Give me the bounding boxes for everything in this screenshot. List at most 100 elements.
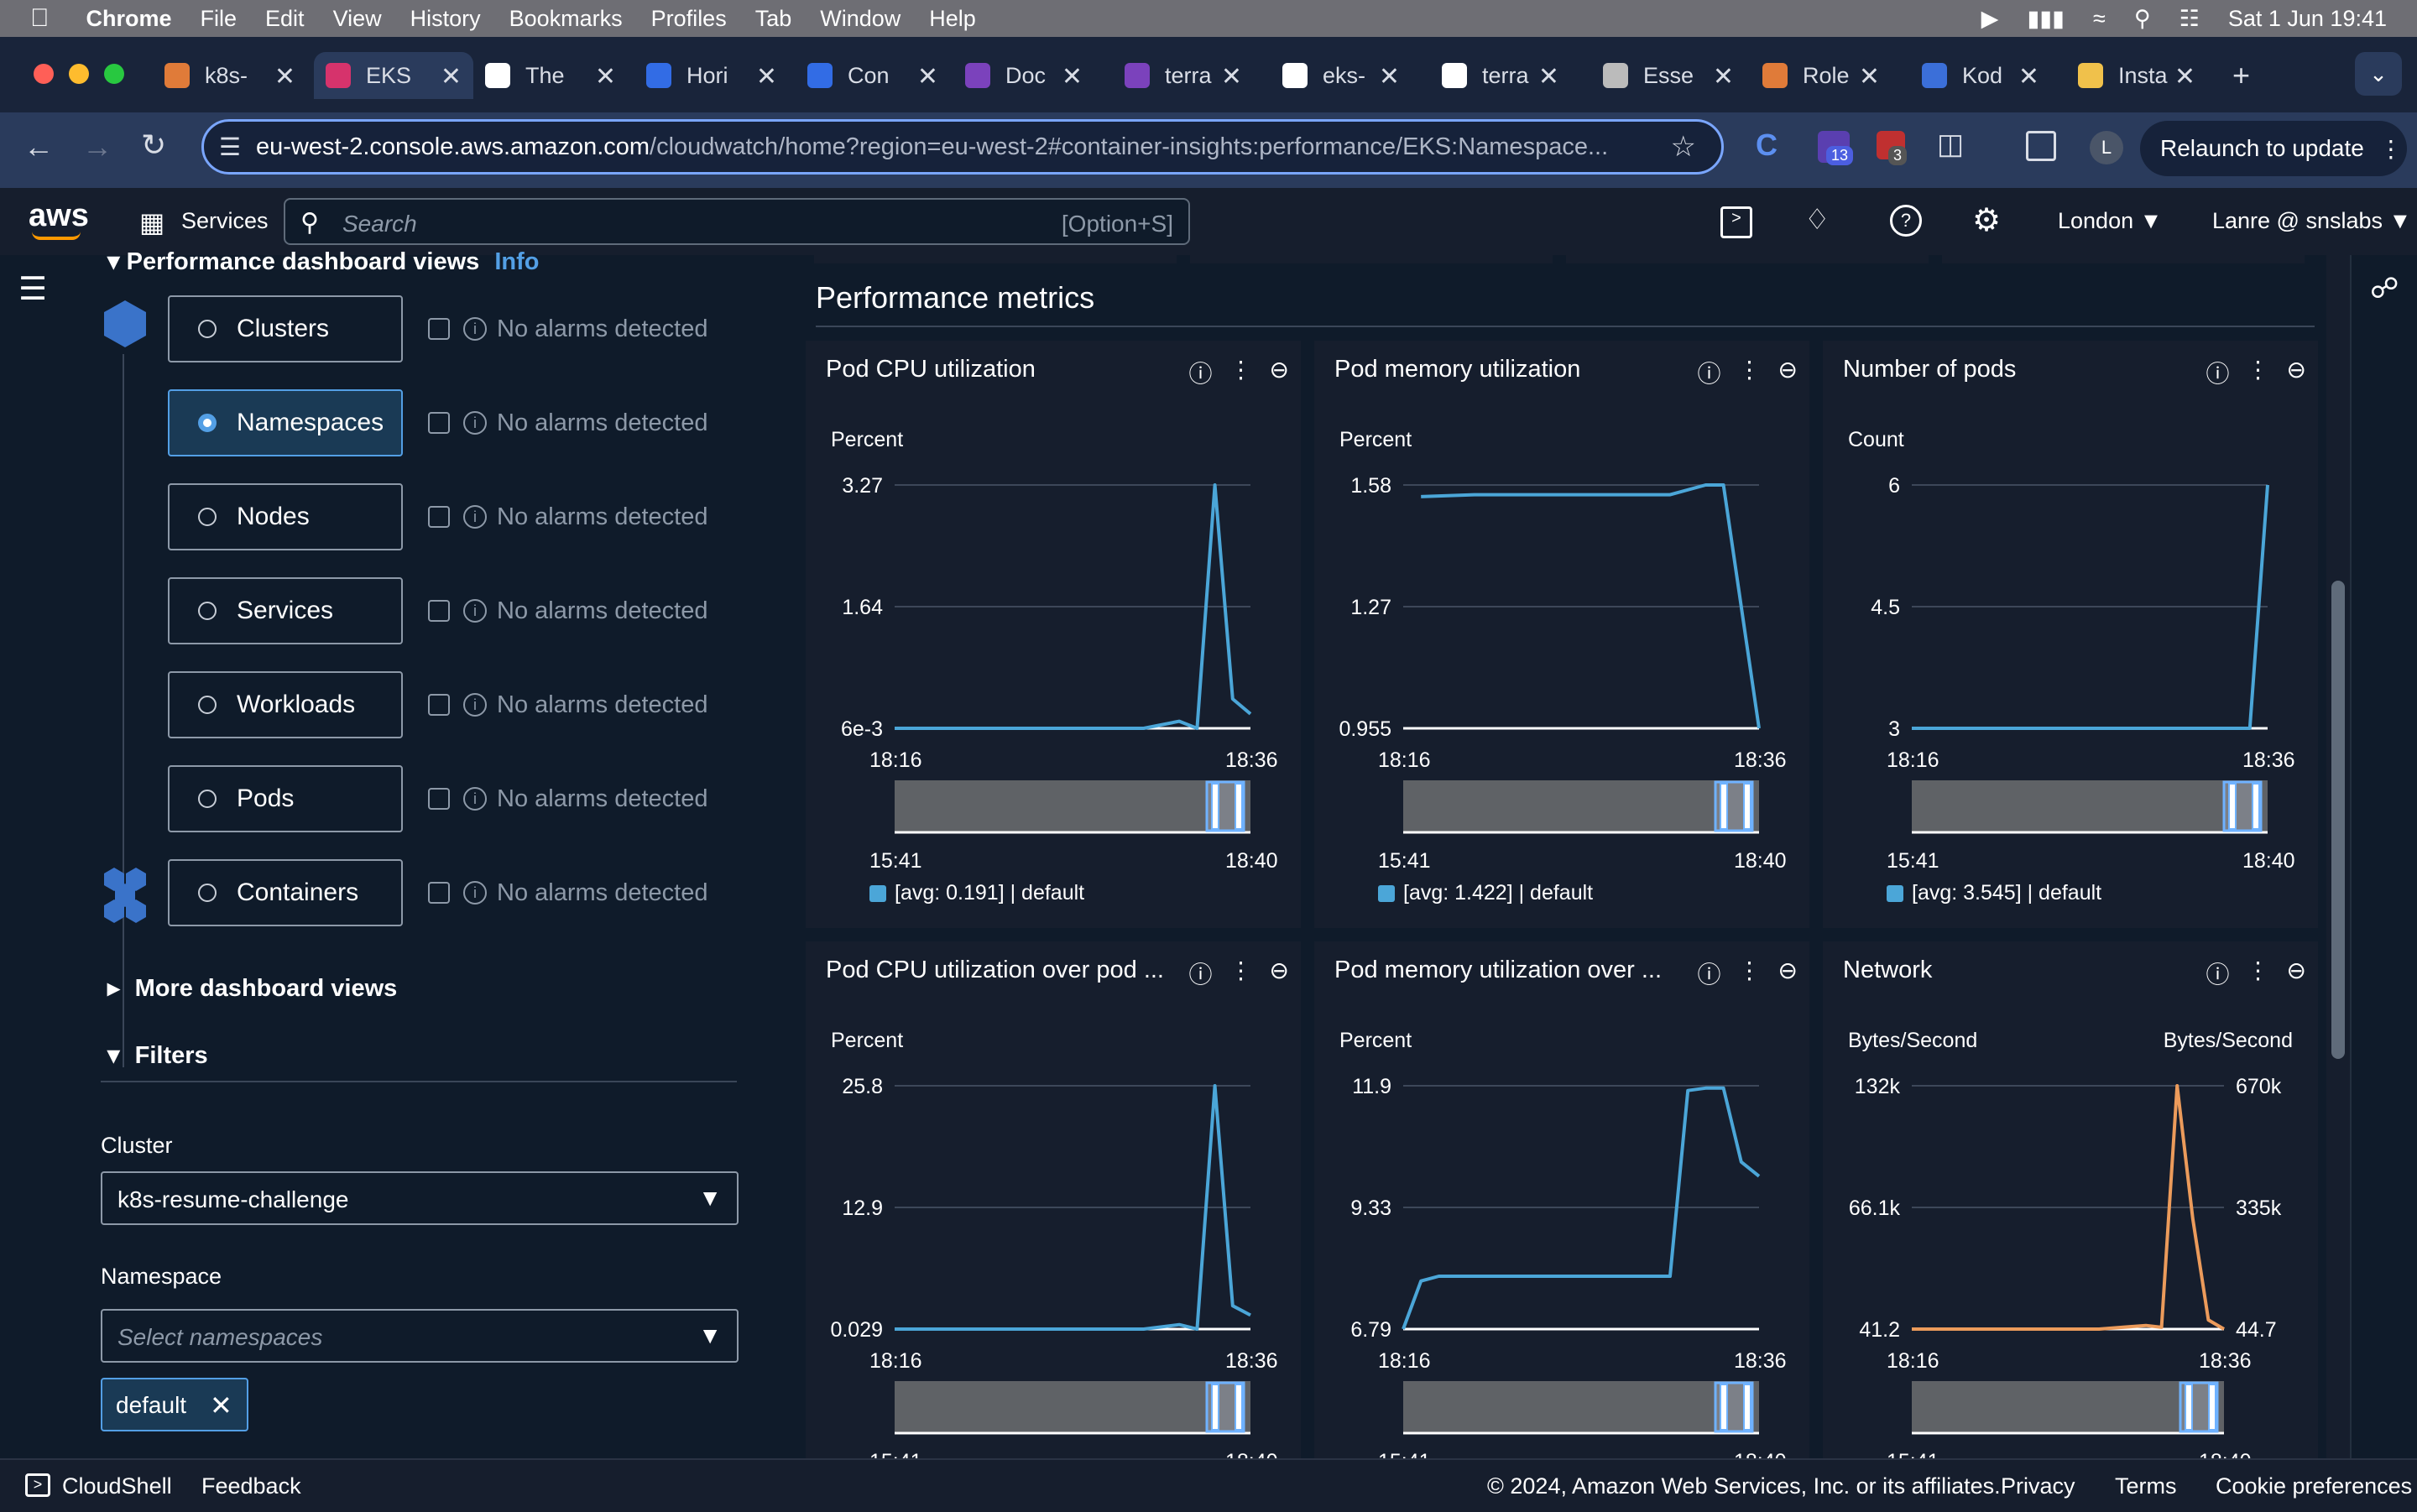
browser-tab[interactable]: Con ✕ — [807, 52, 938, 99]
menu-help[interactable]: Help — [929, 6, 976, 32]
alarm-checkbox[interactable] — [428, 506, 450, 528]
radio-button[interactable] — [198, 696, 217, 714]
help-icon[interactable]: ? — [1890, 205, 1922, 237]
relaunch-button[interactable]: Relaunch to update ⋮ — [2140, 121, 2407, 176]
chart-legend[interactable]: [avg: 1.422] | default — [1378, 881, 1593, 905]
tab-close-icon[interactable]: ✕ — [274, 62, 295, 91]
view-namespaces[interactable]: Namespaces — [168, 389, 403, 456]
alarm-checkbox[interactable] — [428, 318, 450, 340]
radio-button[interactable] — [198, 790, 217, 808]
tab-close-icon[interactable]: ✕ — [441, 62, 462, 91]
view-workloads[interactable]: Workloads — [168, 671, 403, 738]
alarm-checkbox[interactable] — [428, 412, 450, 434]
page-scroll-thumb[interactable] — [2331, 581, 2345, 1059]
footer-privacy[interactable]: Privacy — [2001, 1473, 2075, 1499]
cloudshell-icon[interactable]: > — [1720, 206, 1752, 238]
notifications-bell-icon[interactable]: ♢ — [1804, 203, 1830, 237]
filters-toggle[interactable]: ▾ Filters — [107, 1040, 208, 1070]
browser-tab[interactable]: k8s- ✕ — [164, 52, 295, 99]
view-nodes[interactable]: Nodes — [168, 483, 403, 550]
bookmark-star-icon[interactable]: ☆ — [1671, 130, 1696, 164]
extension-c-icon[interactable]: C — [1756, 128, 1778, 163]
menubar-app-name[interactable]: Chrome — [86, 6, 172, 32]
browser-tab-active[interactable]: EKS ✕ — [314, 52, 473, 99]
forward-icon[interactable]: → — [82, 129, 112, 164]
settings-gear-icon[interactable]: ⚙ — [1972, 201, 2001, 239]
browser-tab[interactable]: Role ✕ — [1762, 52, 1880, 99]
wifi-icon[interactable]: ≈ — [2093, 6, 2106, 32]
tab-close-icon[interactable]: ✕ — [1062, 62, 1083, 91]
view-clusters[interactable]: Clusters — [168, 295, 403, 362]
aws-logo[interactable]: aws — [29, 198, 89, 234]
browser-tab[interactable]: terra ✕ — [1125, 52, 1242, 99]
cloudshell-icon[interactable]: > — [25, 1473, 50, 1497]
more-menu-icon[interactable]: ⋮ — [2379, 135, 2403, 163]
side-panel-icon[interactable] — [2026, 131, 2056, 161]
tab-close-icon[interactable]: ✕ — [2018, 62, 2039, 91]
menu-view[interactable]: View — [333, 6, 382, 32]
new-tab-icon[interactable]: + — [2232, 52, 2266, 99]
cluster-select[interactable]: k8s-resume-challenge ▼ — [101, 1171, 739, 1225]
tab-close-icon[interactable]: ✕ — [595, 62, 616, 91]
zoom-window-icon[interactable] — [104, 64, 124, 84]
spotlight-search-icon[interactable]: ⚲ — [2134, 6, 2151, 32]
menubar-clock[interactable]: Sat 1 Jun 19:41 — [2228, 6, 2387, 32]
close-window-icon[interactable] — [34, 64, 54, 84]
services-menu[interactable]: Services — [181, 208, 269, 234]
tab-close-icon[interactable]: ✕ — [1221, 62, 1242, 91]
site-info-icon[interactable]: ☰ — [219, 133, 241, 162]
view-containers[interactable]: Containers — [168, 859, 403, 926]
address-bar[interactable]: ☰ eu-west-2.console.aws.amazon.com/cloud… — [201, 119, 1724, 175]
footer-feedback[interactable]: Feedback — [201, 1473, 301, 1499]
browser-tab[interactable]: The ✕ — [485, 52, 616, 99]
search-input[interactable]: ⚲ Search [Option+S] — [284, 198, 1190, 245]
browser-tab[interactable]: terra ✕ — [1442, 52, 1559, 99]
radio-button-selected[interactable] — [198, 414, 217, 432]
menu-window[interactable]: Window — [820, 6, 901, 32]
menu-bookmarks[interactable]: Bookmarks — [509, 6, 623, 32]
browser-tab[interactable]: Hori ✕ — [646, 52, 777, 99]
tab-close-icon[interactable]: ✕ — [917, 62, 938, 91]
hamburger-menu-icon[interactable]: ☰ — [18, 270, 47, 308]
chart-legend[interactable]: [avg: 3.545] | default — [1887, 881, 2101, 905]
tab-close-icon[interactable]: ✕ — [1713, 62, 1734, 91]
alarm-checkbox[interactable] — [428, 788, 450, 810]
radio-button[interactable] — [198, 320, 217, 338]
tools-panel-icon[interactable]: ☍ — [2370, 272, 2399, 305]
browser-tab[interactable]: Doc ✕ — [965, 52, 1083, 99]
browser-tab[interactable]: Insta ✕ — [2078, 52, 2195, 99]
apple-icon[interactable]:  — [30, 4, 50, 33]
view-pods[interactable]: Pods — [168, 765, 403, 832]
minimize-window-icon[interactable] — [69, 64, 89, 84]
battery-icon[interactable]: ▮▮▮ — [2027, 6, 2065, 32]
tab-close-icon[interactable]: ✕ — [756, 62, 777, 91]
account-menu[interactable]: Lanre @ snslabs ▼ — [2212, 208, 2411, 234]
tab-close-icon[interactable]: ✕ — [1379, 62, 1400, 91]
namespace-select[interactable]: Select namespaces ▼ — [101, 1309, 739, 1363]
footer-terms[interactable]: Terms — [2115, 1473, 2177, 1499]
control-center-icon[interactable]: ☷ — [2179, 6, 2200, 32]
token-remove-icon[interactable]: ✕ — [210, 1389, 232, 1421]
views-section-header[interactable]: ▾ Performance dashboard views Info — [107, 247, 540, 276]
extensions-puzzle-icon[interactable]: ◫ — [1937, 128, 1964, 161]
radio-button[interactable] — [198, 884, 217, 902]
reload-icon[interactable]: ↻ — [141, 128, 166, 163]
menu-profiles[interactable]: Profiles — [651, 6, 727, 32]
tab-search-chevron-icon[interactable]: ⌄ — [2355, 52, 2402, 96]
info-link[interactable]: Info — [494, 248, 539, 275]
profile-avatar[interactable]: L — [2090, 131, 2123, 164]
page-scrollbar[interactable] — [2326, 255, 2350, 1458]
radio-button[interactable] — [198, 602, 217, 620]
footer-cookie-preferences[interactable]: Cookie preferences — [2216, 1473, 2412, 1499]
browser-tab[interactable]: Kod ✕ — [1922, 52, 2039, 99]
alarm-checkbox[interactable] — [428, 600, 450, 622]
media-play-icon[interactable]: ▶ — [1981, 6, 1999, 32]
more-views-toggle[interactable]: ▸ More dashboard views — [107, 973, 397, 1003]
alarm-checkbox[interactable] — [428, 882, 450, 904]
browser-tab[interactable]: eks- ✕ — [1282, 52, 1400, 99]
services-grid-icon[interactable]: ▦ — [139, 206, 164, 238]
alarm-checkbox[interactable] — [428, 694, 450, 716]
footer-cloudshell[interactable]: CloudShell — [62, 1473, 172, 1499]
tab-close-icon[interactable]: ✕ — [1538, 62, 1559, 91]
chart-legend[interactable]: [avg: 0.191] | default — [869, 881, 1084, 905]
